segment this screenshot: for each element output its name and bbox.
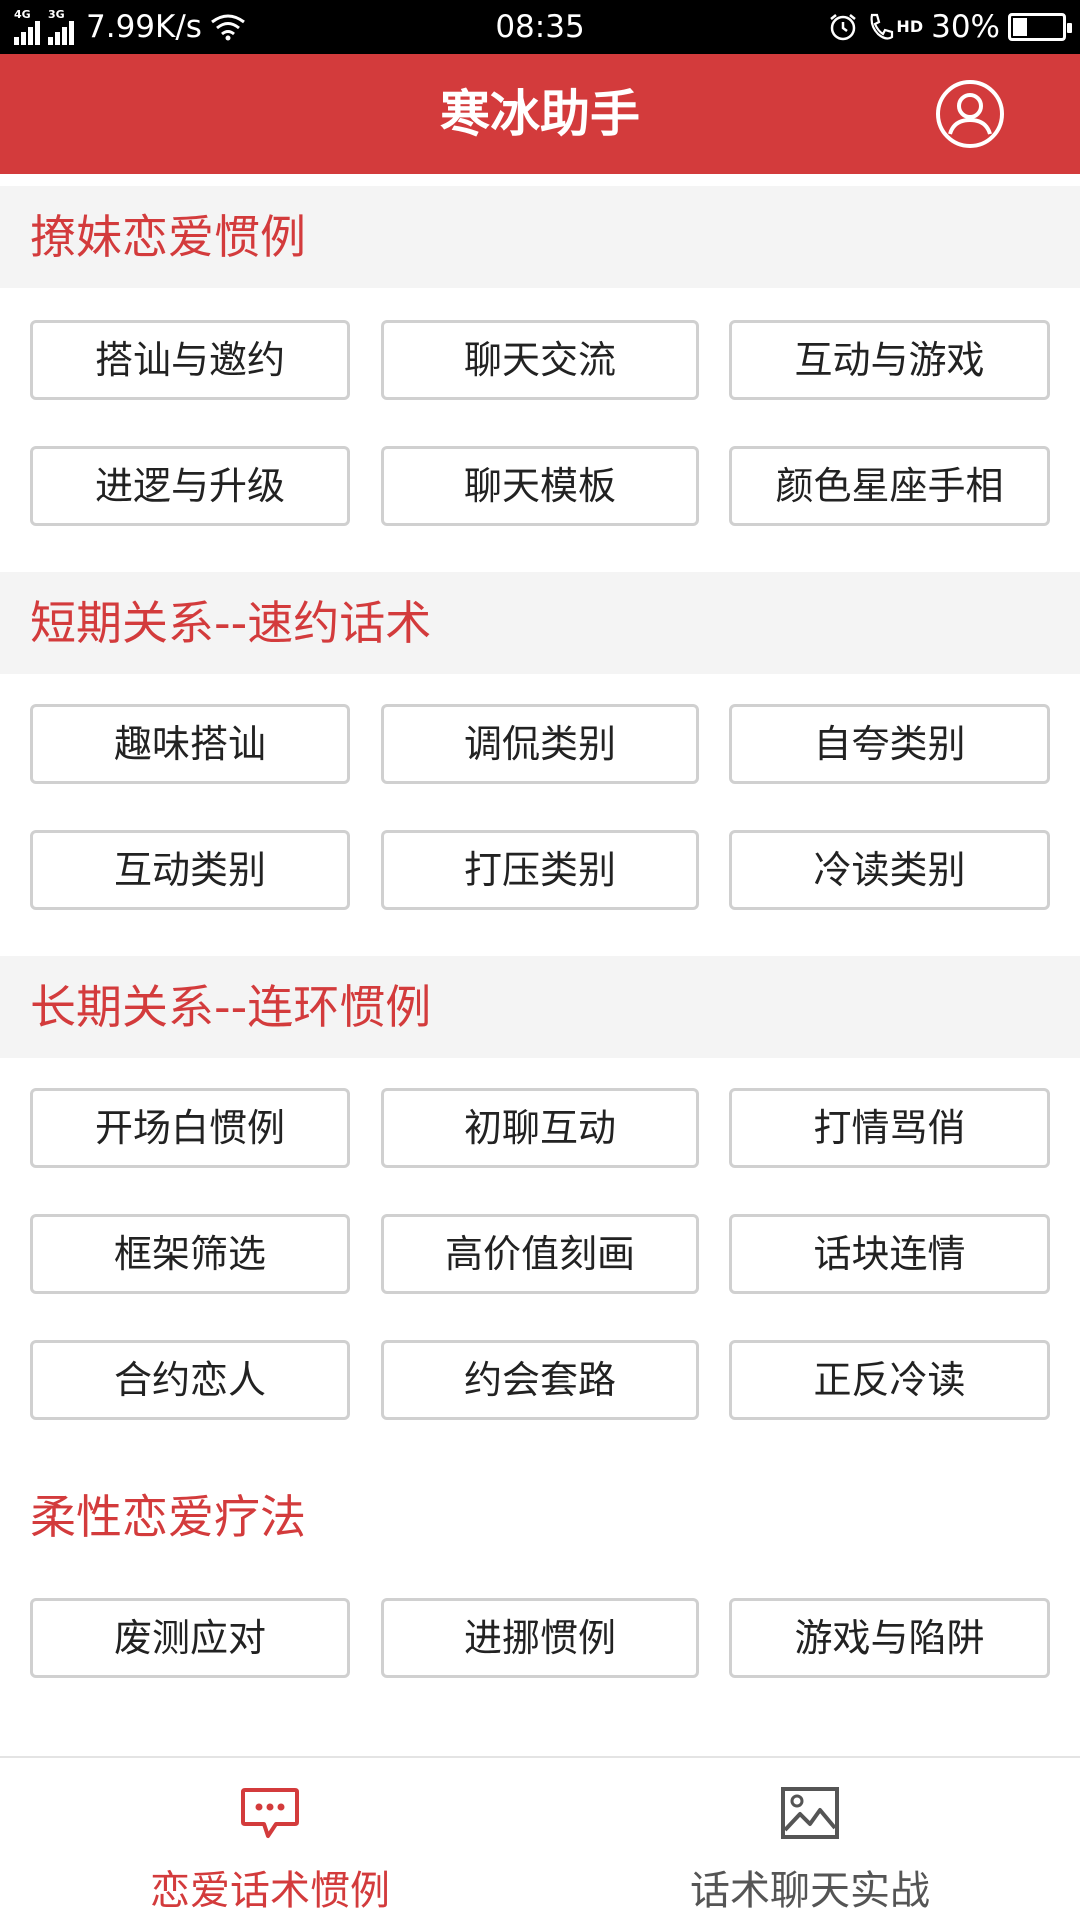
status-bar: 4G 3G 7.99K/s 08:35 HD 30% <box>0 0 1080 54</box>
signal-icon-2: 3G <box>48 9 74 45</box>
tab-chat-practice[interactable]: 话术聊天实战 <box>540 1758 1080 1920</box>
section-title: 撩妹恋爱惯例 <box>0 186 1080 288</box>
category-button[interactable]: 话块连情 <box>729 1214 1050 1294</box>
signal-icon: 4G <box>14 9 40 45</box>
battery-percent: 30% <box>931 9 1000 45</box>
category-button[interactable]: 打情骂俏 <box>729 1088 1050 1168</box>
tab-label: 恋爱话术惯例 <box>150 1868 390 1914</box>
chat-bubble-icon <box>241 1788 299 1838</box>
category-button[interactable]: 开场白惯例 <box>30 1088 350 1168</box>
category-button[interactable]: 框架筛选 <box>30 1214 350 1294</box>
tab-love-scripts[interactable]: 恋爱话术惯例 <box>0 1758 540 1920</box>
hd-label: HD <box>896 17 924 36</box>
category-button[interactable]: 调侃类别 <box>381 704 699 784</box>
app-title: 寒冰助手 <box>440 85 640 143</box>
category-button[interactable]: 高价值刻画 <box>381 1214 699 1294</box>
wifi-icon <box>211 14 245 41</box>
tab-label: 话术聊天实战 <box>690 1868 930 1914</box>
status-left: 4G 3G 7.99K/s <box>14 9 246 45</box>
image-icon <box>781 1787 839 1839</box>
status-right: HD 30% <box>828 9 1072 45</box>
category-button[interactable]: 冷读类别 <box>729 830 1050 910</box>
network-type-2: 3G <box>48 8 65 21</box>
category-button[interactable]: 初聊互动 <box>381 1088 699 1168</box>
category-button[interactable]: 正反冷读 <box>729 1340 1050 1420</box>
category-button[interactable]: 聊天交流 <box>381 320 699 400</box>
bottom-tab-bar: 恋爱话术惯例 话术聊天实战 <box>0 1756 1080 1920</box>
category-button[interactable]: 聊天模板 <box>381 446 699 526</box>
category-button[interactable]: 进挪惯例 <box>381 1598 699 1678</box>
category-button[interactable]: 互动与游戏 <box>729 320 1050 400</box>
category-button[interactable]: 游戏与陷阱 <box>729 1598 1050 1678</box>
category-button[interactable]: 搭讪与邀约 <box>30 320 350 400</box>
network-type-1: 4G <box>14 8 31 21</box>
content-area[interactable]: 撩妹恋爱惯例 搭讪与邀约 聊天交流 互动与游戏 进逻与升级 聊天模板 颜色星座手… <box>0 174 1080 1756</box>
section-title: 长期关系--连环惯例 <box>0 956 1080 1058</box>
category-button[interactable]: 废测应对 <box>30 1598 350 1678</box>
user-icon[interactable] <box>934 78 1006 150</box>
category-button[interactable]: 趣味搭讪 <box>30 704 350 784</box>
battery-icon <box>1008 13 1072 41</box>
phone-icon <box>870 13 894 40</box>
section-title: 短期关系--速约话术 <box>0 572 1080 674</box>
app-header: 寒冰助手 <box>0 54 1080 174</box>
category-button[interactable]: 打压类别 <box>381 830 699 910</box>
screen: 4G 3G 7.99K/s 08:35 HD 30% 寒冰助手 撩妹恋爱惯例 搭… <box>0 0 1080 1920</box>
network-speed: 7.99K/s <box>86 9 202 45</box>
section-title: 柔性恋爱疗法 <box>30 1490 306 1544</box>
category-button[interactable]: 自夸类别 <box>729 704 1050 784</box>
category-button[interactable]: 约会套路 <box>381 1340 699 1420</box>
alarm-icon <box>830 14 857 41</box>
category-button[interactable]: 合约恋人 <box>30 1340 350 1420</box>
category-button[interactable]: 颜色星座手相 <box>729 446 1050 526</box>
category-button[interactable]: 互动类别 <box>30 830 350 910</box>
category-button[interactable]: 进逻与升级 <box>30 446 350 526</box>
